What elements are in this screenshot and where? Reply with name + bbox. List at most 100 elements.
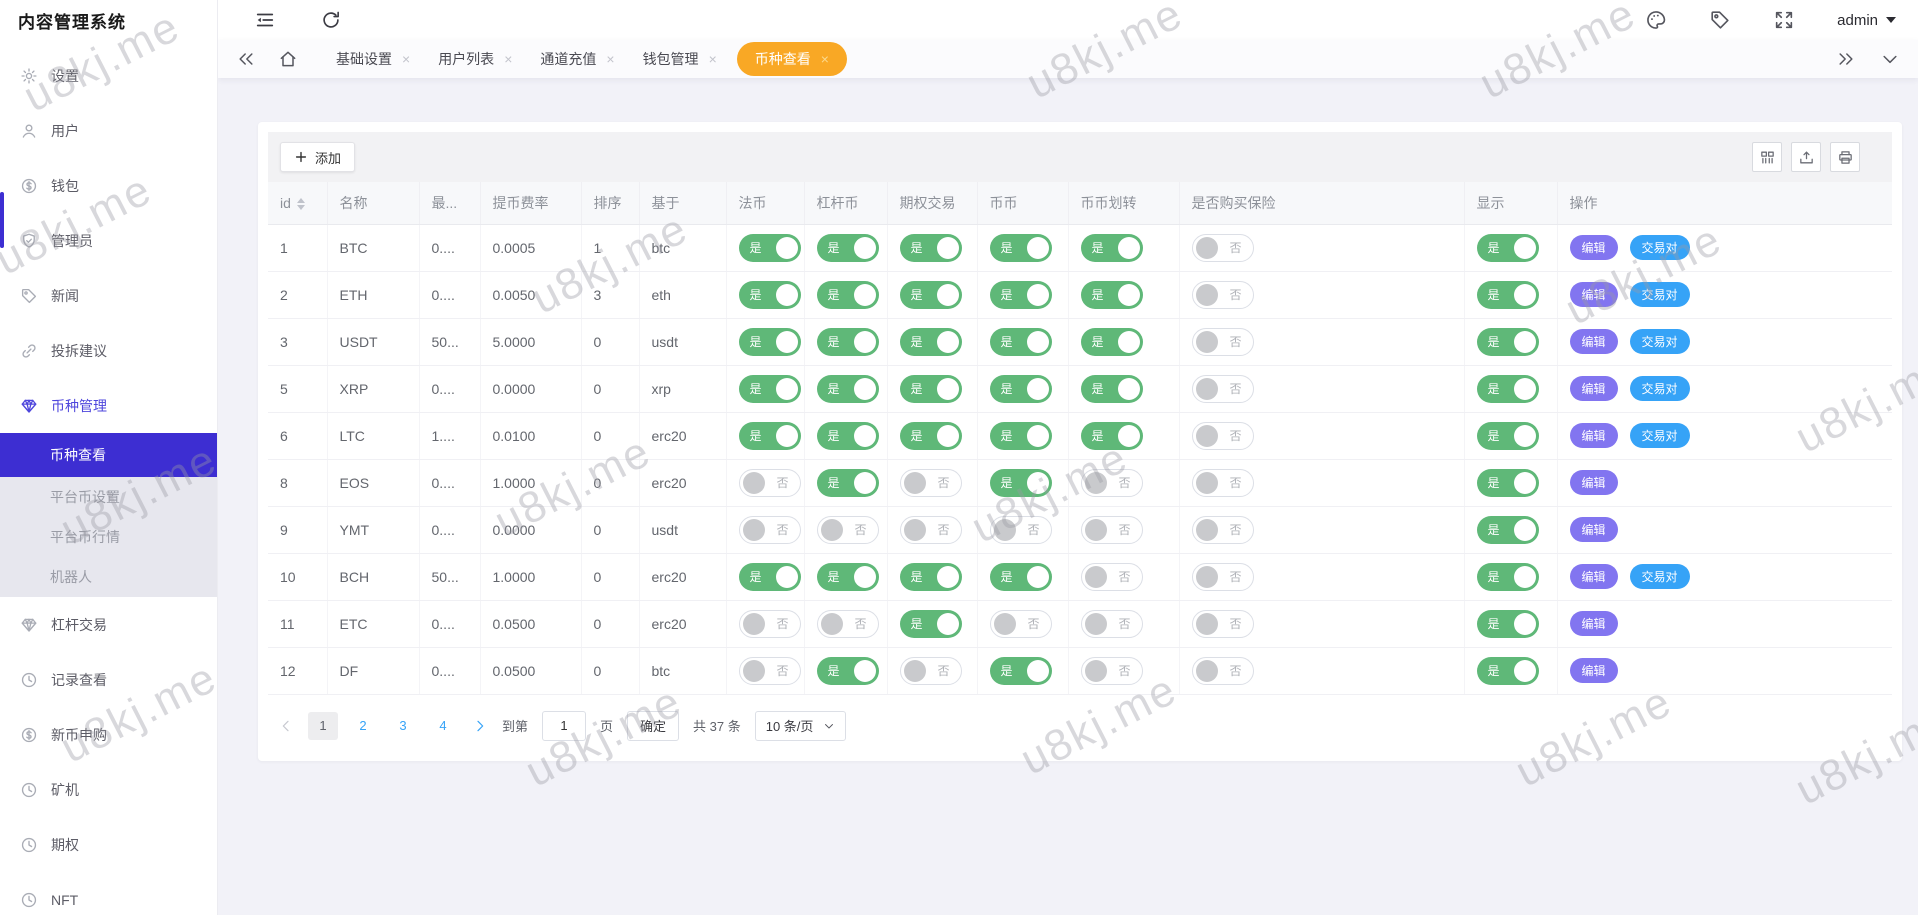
tab-钱包管理[interactable]: 钱包管理×	[629, 40, 731, 78]
tab-close-icon[interactable]: ×	[709, 52, 717, 66]
toggle-show[interactable]: 是	[1477, 328, 1539, 356]
toggle-option[interactable]: 是	[900, 610, 962, 638]
toggle-coin[interactable]: 否	[990, 610, 1052, 638]
toggle-fiat[interactable]: 是	[739, 375, 801, 403]
toggle-option[interactable]: 否	[900, 516, 962, 544]
refresh-icon[interactable]	[320, 9, 342, 31]
next-page-icon[interactable]	[472, 718, 488, 734]
toggle-lever[interactable]: 是	[817, 469, 879, 497]
admin-menu[interactable]: admin	[1837, 12, 1896, 29]
goto-page-input[interactable]	[542, 711, 586, 741]
sidebar-item-admins[interactable]: 管理员	[0, 213, 217, 268]
page-number-2[interactable]: 2	[348, 712, 378, 740]
toggle-transfer[interactable]: 否	[1081, 657, 1143, 685]
toggle-insurance[interactable]: 否	[1192, 610, 1254, 638]
trade-pair-button[interactable]: 交易对	[1630, 235, 1690, 260]
sidebar-item-options[interactable]: 期权	[0, 817, 217, 872]
toggle-insurance[interactable]: 否	[1192, 657, 1254, 685]
edit-button[interactable]: 编辑	[1570, 423, 1618, 448]
toggle-show[interactable]: 是	[1477, 469, 1539, 497]
chevrons-right-icon[interactable]	[1836, 49, 1856, 69]
prev-page-icon[interactable]	[278, 718, 294, 734]
edit-button[interactable]: 编辑	[1570, 282, 1618, 307]
toggle-option[interactable]: 是	[900, 328, 962, 356]
toggle-insurance[interactable]: 否	[1192, 234, 1254, 262]
toggle-insurance[interactable]: 否	[1192, 469, 1254, 497]
toggle-insurance[interactable]: 否	[1192, 563, 1254, 591]
sidebar-subitem-platform-coin-market[interactable]: 平台币行情	[0, 517, 217, 557]
column-header-id[interactable]: id	[268, 182, 327, 224]
sidebar-item-miner[interactable]: 矿机	[0, 762, 217, 817]
edit-button[interactable]: 编辑	[1570, 235, 1618, 260]
toggle-option[interactable]: 是	[900, 281, 962, 309]
toggle-transfer[interactable]: 是	[1081, 422, 1143, 450]
sidebar-subitem-platform-coin-settings[interactable]: 平台币设置	[0, 477, 217, 517]
toggle-fiat[interactable]: 是	[739, 281, 801, 309]
sidebar-item-settings[interactable]: 设置	[0, 48, 217, 103]
tab-币种查看[interactable]: 币种查看×	[737, 42, 847, 76]
toggle-insurance[interactable]: 否	[1192, 516, 1254, 544]
toggle-transfer[interactable]: 是	[1081, 281, 1143, 309]
chevron-down-icon[interactable]	[1880, 49, 1900, 69]
toggle-transfer[interactable]: 是	[1081, 328, 1143, 356]
tab-close-icon[interactable]: ×	[606, 52, 614, 66]
tab-close-icon[interactable]: ×	[402, 52, 410, 66]
toggle-fiat[interactable]: 否	[739, 657, 801, 685]
toggle-fiat[interactable]: 是	[739, 234, 801, 262]
sidebar-item-record-view[interactable]: 记录查看	[0, 652, 217, 707]
trade-pair-button[interactable]: 交易对	[1630, 423, 1690, 448]
edit-button[interactable]: 编辑	[1570, 517, 1618, 542]
toggle-lever[interactable]: 是	[817, 328, 879, 356]
toggle-fiat[interactable]: 是	[739, 563, 801, 591]
toggle-transfer[interactable]: 否	[1081, 563, 1143, 591]
toggle-option[interactable]: 是	[900, 422, 962, 450]
toggle-coin[interactable]: 是	[990, 422, 1052, 450]
toggle-show[interactable]: 是	[1477, 281, 1539, 309]
fullscreen-icon[interactable]	[1773, 9, 1795, 31]
page-number-1[interactable]: 1	[308, 712, 338, 740]
toggle-fiat[interactable]: 否	[739, 469, 801, 497]
tab-通道充值[interactable]: 通道充值×	[526, 40, 628, 78]
toggle-lever[interactable]: 否	[817, 516, 879, 544]
toggle-insurance[interactable]: 否	[1192, 328, 1254, 356]
sidebar-item-leverage-trade[interactable]: 杠杆交易	[0, 597, 217, 652]
toggle-coin[interactable]: 是	[990, 328, 1052, 356]
edit-button[interactable]: 编辑	[1570, 470, 1618, 495]
toggle-transfer[interactable]: 否	[1081, 469, 1143, 497]
toggle-option[interactable]: 是	[900, 375, 962, 403]
toggle-transfer[interactable]: 否	[1081, 610, 1143, 638]
toggle-show[interactable]: 是	[1477, 610, 1539, 638]
toggle-show[interactable]: 是	[1477, 563, 1539, 591]
toggle-coin[interactable]: 是	[990, 281, 1052, 309]
sidebar-item-coin-manage[interactable]: 币种管理	[0, 378, 217, 433]
print-tool-button[interactable]	[1830, 142, 1860, 172]
export-tool-button[interactable]	[1791, 142, 1821, 172]
sidebar-item-wallet[interactable]: 钱包	[0, 158, 217, 213]
toggle-transfer[interactable]: 是	[1081, 375, 1143, 403]
sidebar-subitem-robot[interactable]: 机器人	[0, 557, 217, 597]
toggle-show[interactable]: 是	[1477, 657, 1539, 685]
tab-用户列表[interactable]: 用户列表×	[424, 40, 526, 78]
toggle-coin[interactable]: 是	[990, 375, 1052, 403]
toggle-fiat[interactable]: 否	[739, 610, 801, 638]
toggle-show[interactable]: 是	[1477, 422, 1539, 450]
trade-pair-button[interactable]: 交易对	[1630, 329, 1690, 354]
toggle-coin[interactable]: 是	[990, 657, 1052, 685]
toggle-transfer[interactable]: 是	[1081, 234, 1143, 262]
sidebar-item-new-coin-subscribe[interactable]: 新币申购	[0, 707, 217, 762]
trade-pair-button[interactable]: 交易对	[1630, 564, 1690, 589]
toggle-show[interactable]: 是	[1477, 516, 1539, 544]
sidebar-scrollbar[interactable]	[0, 192, 4, 248]
edit-button[interactable]: 编辑	[1570, 376, 1618, 401]
sidebar-item-nft[interactable]: NFT	[0, 872, 217, 915]
toggle-coin[interactable]: 是	[990, 563, 1052, 591]
chevrons-left-icon[interactable]	[236, 49, 256, 69]
price-tag-icon[interactable]	[1709, 9, 1731, 31]
toggle-lever[interactable]: 是	[817, 563, 879, 591]
sidebar-subitem-coin-view[interactable]: 币种查看	[0, 433, 217, 477]
edit-button[interactable]: 编辑	[1570, 611, 1618, 636]
sidebar-item-feedback[interactable]: 投拆建议	[0, 323, 217, 378]
add-button[interactable]: 添加	[280, 142, 355, 172]
toggle-insurance[interactable]: 否	[1192, 422, 1254, 450]
toggle-insurance[interactable]: 否	[1192, 281, 1254, 309]
